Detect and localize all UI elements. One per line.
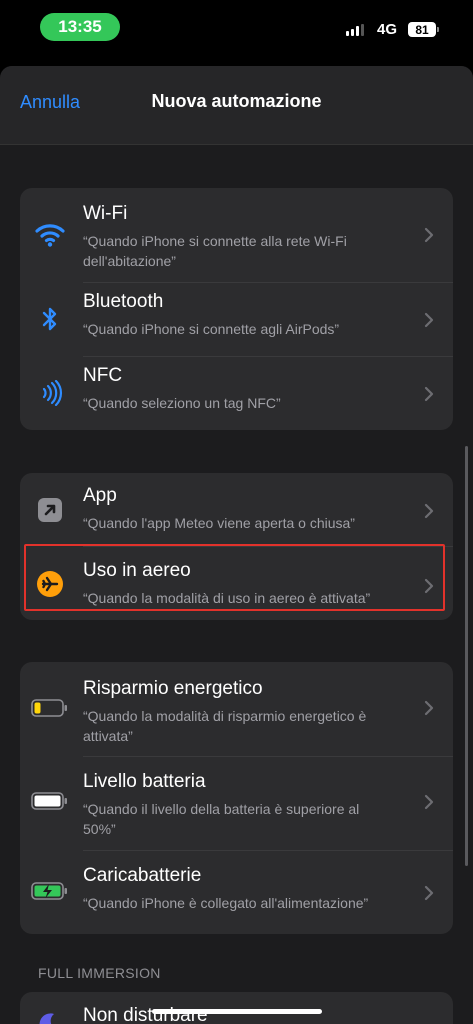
list-item-app[interactable]: App “Quando l'app Meteo viene aperta o c… [20,473,453,546]
row-title: Risparmio energetico [83,678,263,699]
moon-icon [34,1008,66,1024]
row-subtitle: “Quando la modalità di risparmio energet… [83,708,367,744]
network-type: 4G [377,21,398,38]
row-title: App [83,485,117,506]
charging-battery-icon [30,875,70,907]
connectivity-group: Wi-Fi “Quando iPhone si connette alla re… [20,188,453,430]
bluetooth-icon [34,303,66,335]
row-subtitle: “Quando iPhone si connette alla rete Wi-… [83,233,347,269]
section-header: FULL IMMERSION [38,965,161,981]
row-subtitle: “Quando iPhone è collegato all'alimentaz… [83,895,369,911]
battery-group: Risparmio energetico “Quando la modalità… [20,662,453,934]
chevron-right-icon [423,793,435,811]
nfc-icon [34,377,66,409]
row-subtitle: “Quando il livello della batteria è supe… [83,801,360,837]
row-title: Wi-Fi [83,203,128,224]
chevron-right-icon [423,311,435,329]
nav-bar: Annulla Nuova automazione [0,66,473,145]
selection-highlight [24,544,445,611]
row-subtitle: “Quando l'app Meteo viene aperta o chius… [83,515,355,531]
scrollbar[interactable] [465,446,468,866]
list-item-wifi[interactable]: Wi-Fi “Quando iPhone si connette alla re… [20,188,453,282]
chevron-right-icon [423,226,435,244]
list-item-battery-level[interactable]: Livello batteria “Quando il livello dell… [20,757,453,850]
wifi-icon [34,219,66,251]
battery-level-icon [30,785,70,817]
battery-icon: 81 [408,22,439,37]
focus-group: Non disturbare [20,992,453,1024]
low-power-battery-icon [30,692,70,724]
home-indicator[interactable] [152,1009,322,1014]
list-item-nfc[interactable]: NFC “Quando seleziono un tag NFC” [20,357,453,430]
list-item-low-power[interactable]: Risparmio energetico “Quando la modalità… [20,662,453,756]
row-subtitle: “Quando iPhone si connette agli AirPods” [83,321,340,337]
chevron-right-icon [423,502,435,520]
list-item-bluetooth[interactable]: Bluetooth “Quando iPhone si connette agl… [20,283,453,356]
app-arrow-icon [34,494,66,526]
row-title: Bluetooth [83,291,164,312]
row-title: NFC [83,365,123,386]
page-title: Nuova automazione [151,91,322,111]
chevron-right-icon [423,385,435,403]
automation-sheet: Annulla Nuova automazione Wi-Fi “Quando … [0,66,473,1024]
list-item-do-not-disturb[interactable]: Non disturbare [20,992,453,1024]
battery-percent: 81 [415,22,429,37]
chevron-right-icon [423,884,435,902]
list-item-charger[interactable]: Caricabatterie “Quando iPhone è collegat… [20,851,453,934]
row-title: Non disturbare [83,1005,208,1024]
row-subtitle: “Quando seleziono un tag NFC” [83,395,281,411]
row-title: Livello batteria [83,771,206,792]
cellular-signal-icon [346,24,364,36]
row-title: Caricabatterie [83,865,202,886]
status-time[interactable]: 13:35 [40,13,120,41]
status-bar: 13:35 4G 81 [0,0,473,56]
chevron-right-icon [423,699,435,717]
